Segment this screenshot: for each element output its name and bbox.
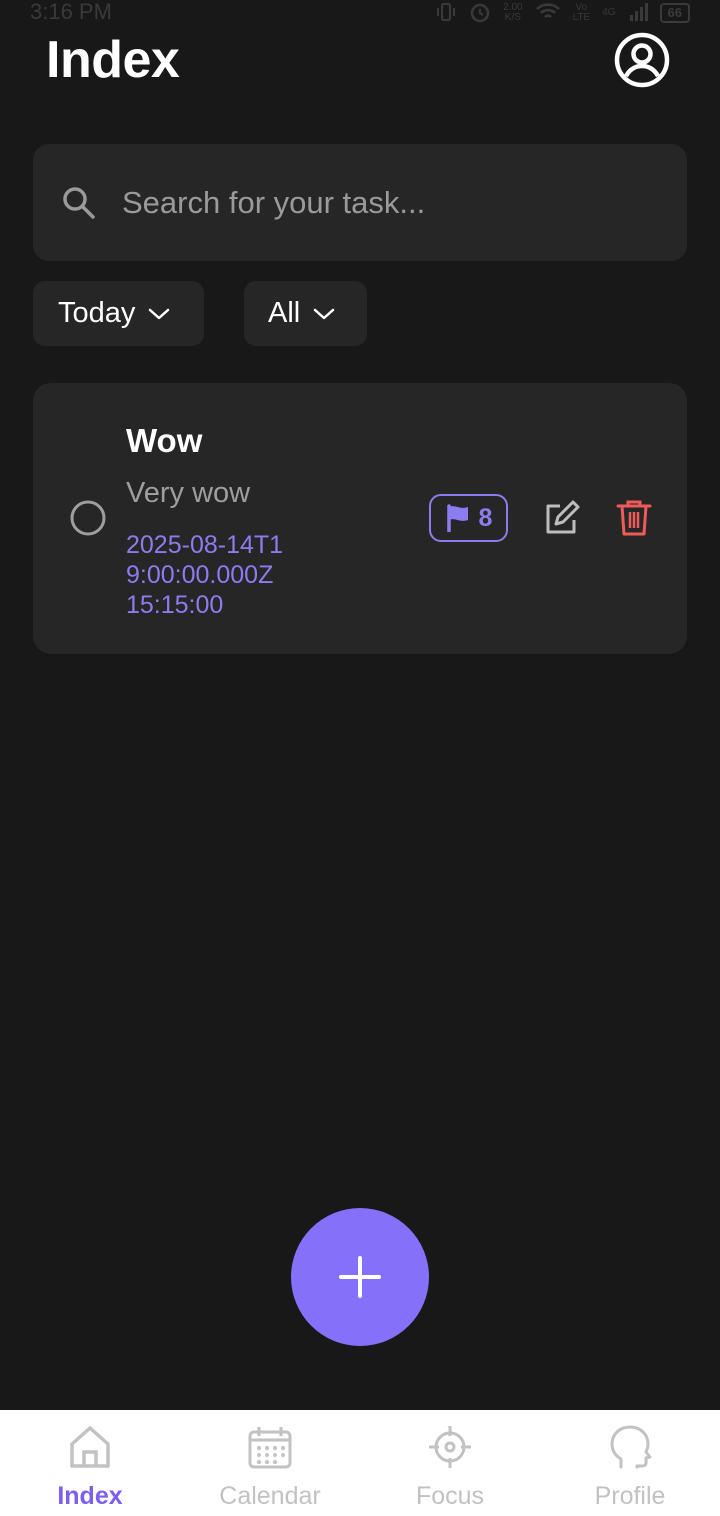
task-complete-checkbox[interactable]: [70, 500, 106, 536]
priority-badge[interactable]: 8: [429, 494, 508, 542]
nav-label-calendar: Calendar: [219, 1482, 321, 1510]
nav-label-profile: Profile: [594, 1482, 666, 1510]
calendar-icon: [247, 1424, 293, 1475]
crosshair-icon: [427, 1424, 473, 1475]
home-icon: [67, 1424, 113, 1475]
nav-item-index[interactable]: Index: [0, 1410, 180, 1516]
task-description: Very wow: [126, 477, 251, 509]
category-filter-dropdown[interactable]: All: [244, 281, 367, 346]
chevron-down-icon: [313, 308, 335, 319]
add-task-button[interactable]: [291, 1208, 429, 1346]
wifi-icon: [535, 2, 561, 25]
account-circle-icon[interactable]: [614, 32, 670, 88]
nav-item-profile[interactable]: Profile: [540, 1410, 720, 1516]
plus-icon: [339, 1256, 381, 1298]
nav-label-index: Index: [57, 1482, 123, 1510]
search-icon: [60, 184, 96, 220]
task-time: 15:15:00: [126, 591, 224, 619]
date-filter-dropdown[interactable]: Today: [33, 281, 204, 346]
priority-value: 8: [478, 503, 493, 532]
flag-icon: [446, 504, 468, 532]
edit-icon[interactable]: [542, 500, 580, 538]
net-speed: 2.00 K/S: [503, 3, 522, 23]
network-type: 4G: [602, 7, 616, 18]
task-title: Wow: [126, 422, 203, 459]
chevron-down-icon: [149, 308, 170, 319]
nav-item-focus[interactable]: Focus: [360, 1410, 540, 1516]
status-time: 3:16 PM: [30, 0, 112, 24]
net-speed-unit: K/S: [504, 12, 521, 23]
task-date-line1: 2025-08-14T1: [126, 531, 284, 559]
task-date-line2: 9:00:00.000Z: [126, 561, 274, 589]
volte-indicator: Vo LTE: [573, 3, 591, 23]
status-bar: 3:16 PM 2.00 K/S Vo LTE 4G 66: [0, 0, 720, 26]
trash-icon[interactable]: [615, 498, 653, 538]
status-icons: 2.00 K/S Vo LTE 4G 66: [435, 0, 690, 26]
task-date: 2025-08-14T1 9:00:00.000Z 15:15:00: [126, 530, 326, 620]
category-filter-label: All: [268, 297, 301, 329]
page-title: Index: [46, 31, 180, 89]
date-filter-label: Today: [58, 297, 136, 329]
bottom-nav: Index Calendar Focus Profile: [0, 1410, 720, 1516]
nav-label-focus: Focus: [415, 1482, 485, 1510]
volte-bottom: LTE: [572, 12, 591, 23]
nav-item-calendar[interactable]: Calendar: [180, 1410, 360, 1516]
battery-indicator: 66: [659, 3, 690, 23]
vibrate-icon: [435, 2, 457, 25]
alarm-icon: [469, 1, 491, 26]
search-input[interactable]: Search for your task...: [122, 184, 425, 222]
signal-icon: [628, 2, 648, 25]
head-icon: [607, 1424, 653, 1475]
